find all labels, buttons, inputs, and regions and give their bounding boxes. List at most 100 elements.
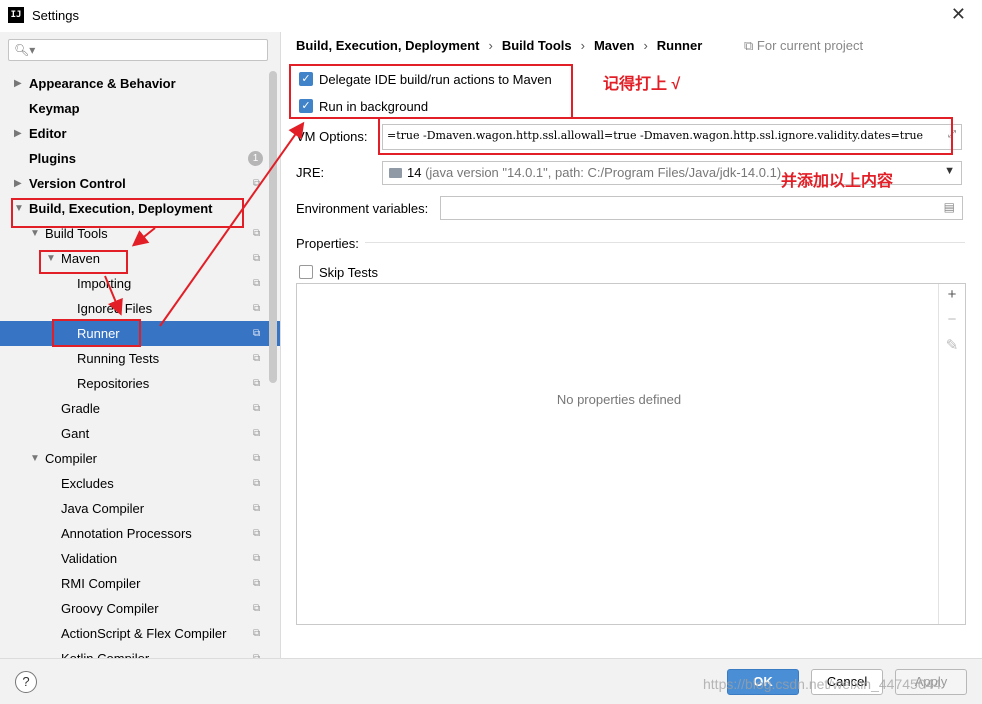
tree-item-actionscript-flex-compiler[interactable]: ActionScript & Flex Compiler ⧉ [0,621,280,646]
tree-item-gant[interactable]: Gant ⧉ [0,421,280,446]
project-scope-icon: ⧉ [253,603,261,614]
search-icon: 🔍︎▾ [14,43,36,57]
tree-item-kotlin-compiler[interactable]: Kotlin Compiler ⧉ [0,646,280,658]
tree-item-gradle[interactable]: Gradle ⧉ [0,396,280,421]
breadcrumb-item: Runner [656,38,703,53]
tree-item-excludes[interactable]: Excludes ⧉ [0,471,280,496]
project-scope-icon: ⧉ [253,303,261,314]
vm-options-label: VM Options: [296,129,368,144]
tree-item-validation[interactable]: Validation ⧉ [0,546,280,571]
chevron-right-icon[interactable]: ▶ [14,171,22,196]
tree-item-java-compiler[interactable]: Java Compiler ⧉ [0,496,280,521]
scope-label: For current project [756,38,864,53]
skip-tests-checkbox[interactable] [299,265,313,279]
empty-properties-text: No properties defined [556,392,682,407]
breadcrumb-item: Build Tools [501,38,572,53]
run-in-background-label[interactable]: Run in background [319,99,428,114]
chevron-down-icon[interactable]: ▼ [30,221,40,246]
tree-item-annotation-processors[interactable]: Annotation Processors ⧉ [0,521,280,546]
project-scope-icon: ⧉ [253,178,261,189]
tree-item-label: Plugins [29,151,76,166]
settings-content: Build, Execution, Deployment › Build Tools… [281,32,982,658]
tree-item-label: Build, Execution, Deployment [29,201,213,216]
window-title: Settings [32,8,79,23]
tree-item-label: Appearance & Behavior [29,76,176,91]
tree-item-importing[interactable]: Importing ⧉ [0,271,280,296]
list-icon[interactable]: ▤ [944,200,955,214]
chevron-down-icon[interactable]: ▼ [30,446,40,471]
environment-variables-field[interactable]: ▤ [440,196,963,220]
environment-variables-label: Environment variables: [296,201,429,216]
tree-item-build-tools[interactable]: ▼ Build Tools ⧉ [0,221,280,246]
settings-sidebar: 🔍︎▾ ▶ Appearance & Behavior Keymap ▶ Editor P… [0,32,280,658]
tree-item-keymap[interactable]: Keymap [0,96,280,121]
help-button[interactable]: ? [15,671,37,693]
vm-options-field[interactable]: =true -Dmaven.wagon.http.ssl.allowall=tr… [382,124,962,150]
chevron-right-icon[interactable]: ▶ [14,71,22,96]
annotation-note-checked: 记得打上 √ [603,76,681,93]
jre-label: JRE: [296,165,325,180]
delegate-label[interactable]: Delegate IDE build/run actions to Maven [319,72,552,87]
annotation-note-vm: 并添加以上内容 [781,173,894,190]
remove-icon[interactable]: − [939,311,965,328]
tree-item-label: Gant [61,426,90,441]
tree-item-appearance-behavior[interactable]: ▶ Appearance & Behavior [0,71,280,96]
tree-item-label: Keymap [29,101,80,116]
tree-item-label: Running Tests [77,351,160,366]
tree-item-plugins[interactable]: Plugins 1 [0,146,280,171]
properties-label: Properties: [296,236,359,251]
tree-item-label: Repositories [77,376,150,391]
chevron-down-icon[interactable]: ▼ [14,196,24,221]
add-icon[interactable]: + [939,286,965,303]
tree-item-label: Version Control [29,176,126,191]
intellij-app-icon: IJ [8,7,24,23]
scope-indicator: ⧉ For current project [744,38,863,54]
chevron-right-icon: › [488,38,493,53]
tree-item-compiler[interactable]: ▼ Compiler ⧉ [0,446,280,471]
tree-item-maven[interactable]: ▼ Maven ⧉ [0,246,280,271]
close-icon[interactable]: ✕ [951,4,966,25]
dropdown-arrow-icon[interactable]: ▼ [944,165,955,177]
search-input[interactable]: 🔍︎▾ [8,39,268,61]
tree-item-running-tests[interactable]: Running Tests ⧉ [0,346,280,371]
tree-item-groovy-compiler[interactable]: Groovy Compiler ⧉ [0,596,280,621]
tree-item-label: Annotation Processors [61,526,192,541]
project-scope-icon: ⧉ [253,578,261,589]
tree-item-version-control[interactable]: ▶ Version Control ⧉ [0,171,280,196]
tree-item-label: Maven [61,251,101,266]
project-scope-icon: ⧉ [253,328,261,339]
project-scope-icon: ⧉ [253,278,261,289]
run-in-background-checkbox[interactable]: ✓ [299,99,313,113]
breadcrumb-item: Build, Execution, Deployment [296,38,480,53]
tree-item-editor[interactable]: ▶ Editor [0,121,280,146]
breadcrumb-item: Maven [593,38,635,53]
expand-icon[interactable]: ⤢ [948,129,956,140]
jre-version: 14 [407,165,422,180]
project-scope-icon: ⧉ [253,503,261,514]
vm-options-value: =true -Dmaven.wagon.http.ssl.allowall=tr… [387,129,924,142]
chevron-right-icon[interactable]: ▶ [14,121,22,146]
breadcrumb: Build, Execution, Deployment › Build Tools… [296,38,702,53]
properties-toolbar: + − ✎ [938,284,965,624]
properties-separator [365,242,965,243]
tree-item-label: Build Tools [45,226,108,241]
checkmark-icon: ✓ [301,100,311,112]
tree-item-label: Excludes [61,476,114,491]
update-badge: 1 [248,151,263,166]
project-scope-icon: ⧉ [744,38,757,53]
sidebar-scrollbar[interactable] [269,71,277,383]
tree-item-rmi-compiler[interactable]: RMI Compiler ⧉ [0,571,280,596]
skip-tests-label[interactable]: Skip Tests [319,265,378,280]
title-bar: IJ Settings ✕ [0,0,982,32]
tree-item-runner[interactable]: Runner ⧉ [0,321,280,346]
chevron-down-icon[interactable]: ▼ [46,246,56,271]
tree-item-repositories[interactable]: Repositories ⧉ [0,371,280,396]
checkmark-icon: ✓ [301,73,311,85]
project-scope-icon: ⧉ [253,528,261,539]
project-scope-icon: ⧉ [253,553,261,564]
delegate-checkbox[interactable]: ✓ [299,72,313,86]
project-scope-icon: ⧉ [253,228,261,239]
tree-item-ignored-files[interactable]: Ignored Files ⧉ [0,296,280,321]
edit-icon[interactable]: ✎ [939,336,965,354]
tree-item-build-execution-deployment[interactable]: ▼ Build, Execution, Deployment [0,196,280,221]
